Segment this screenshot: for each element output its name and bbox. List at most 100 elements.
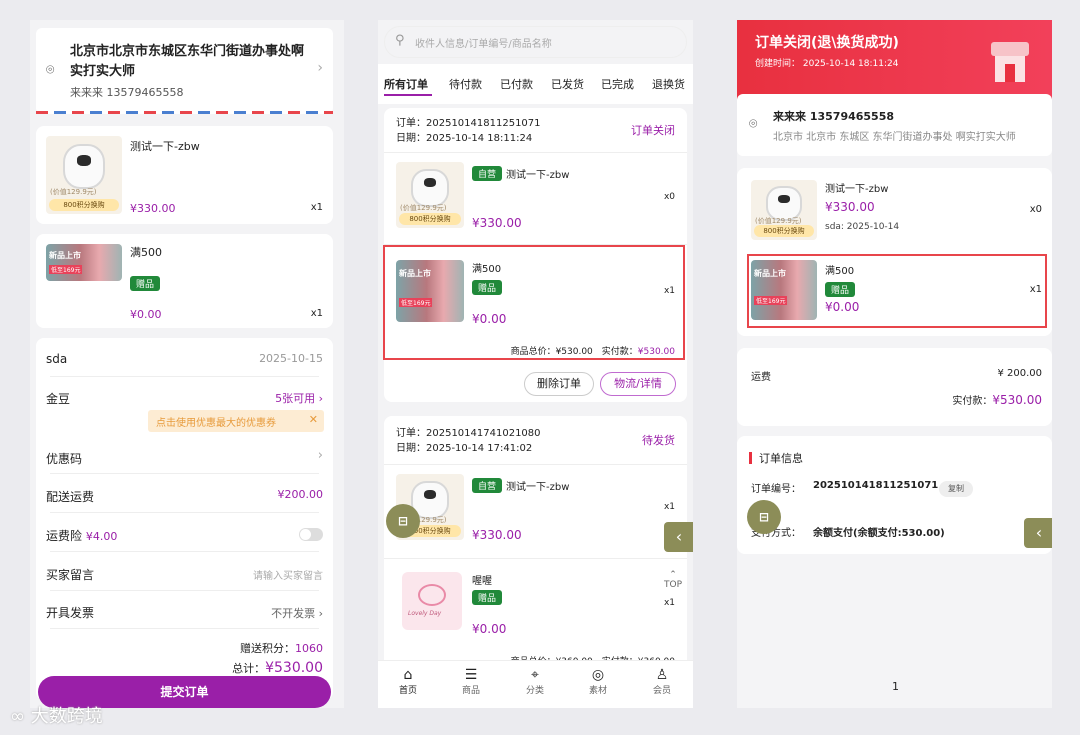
pay-method: 余额支付(余额支付:530.00)	[813, 528, 945, 539]
bonus-points: 赠送积分：1060	[240, 642, 323, 655]
product-sda: sda: 2025-10-14	[825, 222, 900, 232]
row-sda-value: 2025-10-15	[259, 352, 323, 365]
product-name: 测试一下-zbw	[130, 140, 200, 153]
row-beans-label: 金豆	[46, 392, 71, 406]
tab-shipped[interactable]: 已发货	[551, 76, 584, 92]
payment-card: 运费 ¥ 200.00 实付款：¥530.00	[737, 348, 1052, 426]
location-icon: ⌾	[749, 116, 758, 132]
address-card[interactable]: ⌾ 北京市北京市东城区东华门街道办事处啊 实打实大师 来来来 135794655…	[36, 28, 333, 114]
order-no: 202510141811251071	[813, 480, 939, 491]
product-thumb[interactable]: (价值129.9元) 800积分换购	[751, 180, 817, 240]
nav-materials[interactable]: ◎ 素材	[578, 667, 618, 696]
home-icon: ⌂	[403, 667, 413, 683]
search-icon: ⚲	[395, 33, 405, 48]
product-price: ¥330.00	[130, 202, 176, 215]
order-tabs: 所有订单 待付款 已付款 已发货 已完成 退换货	[378, 64, 693, 104]
gift-name: 满500	[130, 246, 162, 259]
buyer-message-input[interactable]: 请输入买家留言	[253, 567, 323, 582]
gift-thumb[interactable]: 新品上市 低至169元	[46, 244, 122, 281]
search-bar[interactable]: ⚲ 收件人信息/订单编号/商品名称	[384, 26, 687, 58]
self-run-badge: 自营	[472, 478, 503, 493]
row-shipping-value: ¥200.00	[277, 488, 324, 501]
row-invoice-label: 开具发票	[46, 606, 95, 620]
row-invoice-value[interactable]: 不开发票 ›	[271, 605, 323, 621]
nav-category[interactable]: ⌖ 分类	[515, 667, 555, 696]
close-icon[interactable]: ✕	[309, 413, 318, 426]
row-beans-value[interactable]: 5张可用 ›	[275, 390, 323, 406]
gift-price: ¥0.00	[130, 308, 162, 321]
tab-underline	[384, 94, 432, 96]
nav-member[interactable]: ♙ 会员	[642, 667, 682, 696]
list-icon: ☰	[464, 667, 478, 683]
product-qty: x0	[1029, 204, 1042, 215]
highlight-box	[383, 245, 685, 360]
tab-completed[interactable]: 已完成	[601, 76, 634, 92]
location-icon: ⌾	[46, 62, 55, 78]
row-promo-label: 优惠码	[46, 452, 83, 466]
gift-thumb[interactable]: Lovely Day	[402, 572, 462, 630]
badge-icon: ◎	[591, 667, 605, 683]
product-name: 测试一下-zbw	[506, 482, 570, 493]
gift-badge: 赠品	[472, 590, 503, 605]
row-sda-label: sda	[46, 352, 68, 366]
gift-price: ¥0.00	[472, 622, 507, 636]
product-qty: x1	[663, 502, 675, 512]
tab-all[interactable]: 所有订单	[384, 76, 428, 92]
address-line1: 北京市北京市东城区东华门街道办事处啊	[70, 44, 305, 59]
address-card: ⌾ 来来来 13579465558 北京市 北京市 东城区 东华门街道办事处 啊…	[737, 94, 1052, 156]
order-date: 日期：2025-10-14 17:41:02	[396, 443, 533, 454]
gift-qty: x1	[310, 308, 323, 319]
address-line2: 实打实大师	[70, 64, 136, 79]
delete-order-button[interactable]: 删除订单	[524, 372, 594, 396]
status-banner: 订单关闭(退\换货成功) 创建时间： 2025-10-14 18:11:24	[737, 20, 1052, 100]
status-title: 订单关闭(退\换货成功)	[755, 35, 899, 51]
order-date: 日期：2025-10-14 18:11:24	[396, 133, 533, 144]
product-card: (价值129.9元) 800积分换购 测试一下-zbw ¥330.00 x1	[36, 126, 333, 224]
order-number: 订单：20251014181125107​1	[396, 118, 541, 129]
watermark-logo: ∞ 大数跨境	[10, 706, 103, 727]
contact: 来来来 13579465558	[773, 110, 895, 123]
airmail-stripe	[36, 111, 333, 114]
self-run-badge: 自营	[472, 166, 503, 181]
row-message-label: 买家留言	[46, 568, 95, 582]
tab-returns[interactable]: 退换货	[652, 76, 685, 92]
tab-paid[interactable]: 已付款	[500, 76, 533, 92]
back-to-top-button[interactable]: ⌃ TOP	[664, 570, 682, 590]
address: 北京市 北京市 东城区 东华门街道办事处 啊实打实大师	[773, 132, 1016, 143]
order-info-card: 订单信息 订单编号： 202510141811251071 复制 支付方式： 余…	[737, 436, 1052, 554]
order-status: 待发货	[642, 434, 675, 447]
tag-icon: ⌖	[531, 667, 539, 683]
order-detail-panel: 订单关闭(退\换货成功) 创建时间： 2025-10-14 18:11:24 ⌾…	[737, 20, 1052, 708]
order-list-panel: ⚲ 收件人信息/订单编号/商品名称 所有订单 待付款 已付款 已发货 已完成 退…	[378, 20, 693, 708]
page-number: 1	[892, 680, 899, 693]
freight-value: ¥ 200.00	[997, 368, 1042, 379]
product-price: ¥330.00	[472, 216, 522, 230]
collapse-tab[interactable]: ‹	[664, 522, 693, 552]
store-icon	[987, 42, 1033, 84]
tab-unpaid[interactable]: 待付款	[449, 76, 482, 92]
product-thumb[interactable]: (价值129.9元) 800积分换购	[396, 162, 464, 228]
product-qty: x0	[663, 192, 675, 202]
logistics-button[interactable]: 物流/详情	[600, 372, 676, 396]
checkout-panel: ⌾ 北京市北京市东城区东华门街道办事处啊 实打实大师 来来来 135794655…	[30, 20, 344, 708]
nav-home[interactable]: ⌂ 首页	[388, 667, 428, 696]
order-info-title: 订单信息	[759, 452, 803, 465]
order-options: sda 2025-10-15 金豆 5张可用 › 点击使用优惠最大的优惠券 ✕ …	[36, 338, 333, 700]
infinity-icon: ∞	[10, 706, 25, 727]
insurance-toggle[interactable]	[299, 528, 323, 541]
copy-button[interactable]: 复制	[939, 481, 973, 497]
order-total: 总计：¥530.00	[232, 660, 323, 676]
product-thumb[interactable]: (价值129.9元) 800积分换购	[46, 136, 122, 214]
search-fab[interactable]: ⊟	[386, 504, 420, 538]
order-number: 订单：202510141741021080	[396, 428, 541, 439]
address-contact: 来来来 13579465558	[70, 86, 184, 99]
freight-label: 运费	[751, 372, 771, 383]
user-icon: ♙	[655, 667, 669, 683]
row-shipping-label: 配送运费	[46, 490, 95, 504]
collapse-tab[interactable]: ‹	[1024, 518, 1052, 548]
chevron-right-icon: ›	[317, 60, 323, 76]
row-promo-chevron[interactable]: ›	[318, 448, 323, 463]
nav-products[interactable]: ☰ 商品	[451, 667, 491, 696]
coupon-tip[interactable]: 点击使用优惠最大的优惠券 ✕	[148, 410, 324, 432]
search-fab[interactable]: ⊟	[747, 500, 781, 534]
